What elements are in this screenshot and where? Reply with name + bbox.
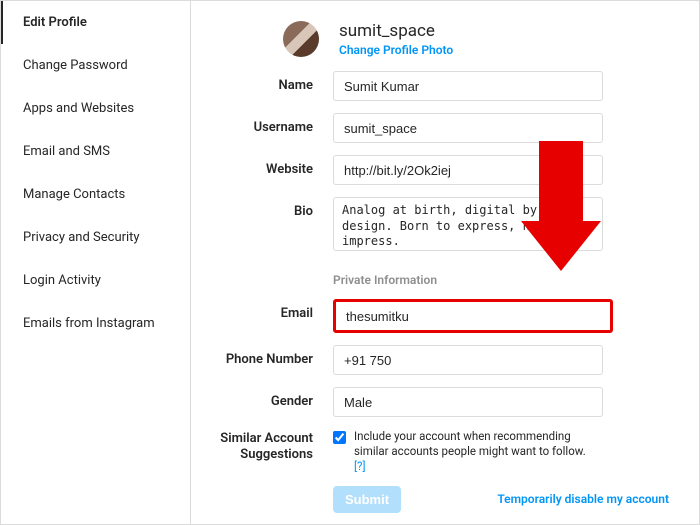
email-input[interactable] bbox=[333, 299, 613, 333]
suggestions-label: Similar Account Suggestions bbox=[203, 429, 333, 462]
sidebar-item-privacy-security[interactable]: Privacy and Security bbox=[1, 216, 190, 259]
sidebar-item-email-sms[interactable]: Email and SMS bbox=[1, 130, 190, 173]
change-photo-link[interactable]: Change Profile Photo bbox=[339, 43, 453, 57]
submit-button[interactable]: Submit bbox=[333, 486, 401, 513]
sidebar-item-apps-websites[interactable]: Apps and Websites bbox=[1, 87, 190, 130]
profile-username: sumit_space bbox=[339, 21, 453, 41]
profile-header: sumit_space Change Profile Photo bbox=[283, 21, 669, 57]
suggestions-checkbox[interactable] bbox=[333, 431, 346, 444]
phone-input[interactable] bbox=[333, 345, 603, 375]
profile-header-text: sumit_space Change Profile Photo bbox=[339, 21, 453, 57]
private-info-heading: Private Information bbox=[333, 273, 669, 287]
suggestions-help-link[interactable]: [?] bbox=[354, 459, 366, 473]
avatar[interactable] bbox=[283, 21, 319, 57]
sidebar-item-manage-contacts[interactable]: Manage Contacts bbox=[1, 173, 190, 216]
username-input[interactable] bbox=[333, 113, 603, 143]
gender-input[interactable] bbox=[333, 387, 603, 417]
name-input[interactable] bbox=[333, 71, 603, 101]
name-label: Name bbox=[203, 71, 333, 93]
website-input[interactable] bbox=[333, 155, 603, 185]
disable-account-link[interactable]: Temporarily disable my account bbox=[497, 492, 669, 506]
bio-textarea[interactable]: Analog at birth, digital by design. Born… bbox=[333, 197, 603, 251]
sidebar-item-edit-profile[interactable]: Edit Profile bbox=[1, 1, 190, 44]
phone-label: Phone Number bbox=[203, 345, 333, 367]
username-label: Username bbox=[203, 113, 333, 135]
email-label: Email bbox=[203, 299, 333, 321]
main-panel: sumit_space Change Profile Photo Name Us… bbox=[191, 1, 699, 524]
bio-label: Bio bbox=[203, 197, 333, 219]
settings-container: Edit Profile Change Password Apps and We… bbox=[0, 0, 700, 525]
suggestions-text: Include your account when recommending s… bbox=[354, 429, 593, 474]
suggestions-checkbox-row[interactable]: Include your account when recommending s… bbox=[333, 429, 593, 474]
sidebar-item-emails-instagram[interactable]: Emails from Instagram bbox=[1, 302, 190, 345]
sidebar-item-login-activity[interactable]: Login Activity bbox=[1, 259, 190, 302]
sidebar-item-change-password[interactable]: Change Password bbox=[1, 44, 190, 87]
sidebar: Edit Profile Change Password Apps and We… bbox=[1, 1, 191, 524]
gender-label: Gender bbox=[203, 387, 333, 409]
website-label: Website bbox=[203, 155, 333, 177]
